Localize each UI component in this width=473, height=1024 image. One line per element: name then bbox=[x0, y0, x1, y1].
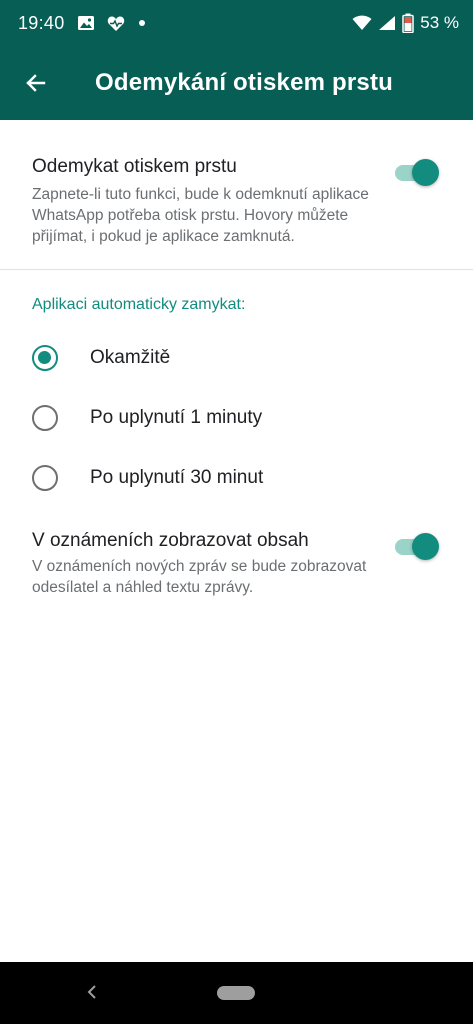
notification-content-setting[interactable]: V oznámeních zobrazovat obsah V oznámení… bbox=[0, 508, 473, 598]
arrow-left-icon bbox=[24, 71, 48, 95]
radio-unselected[interactable] bbox=[32, 465, 58, 491]
radio-label: Po uplynutí 1 minuty bbox=[90, 407, 263, 428]
chevron-left-icon bbox=[85, 984, 99, 1000]
auto-lock-option-immediately[interactable]: Okamžitě bbox=[0, 328, 473, 388]
image-icon bbox=[77, 14, 95, 32]
settings-content: Odemykat otiskem prstu Zapnete-li tuto f… bbox=[0, 120, 473, 598]
auto-lock-option-1-minute[interactable]: Po uplynutí 1 minuty bbox=[0, 388, 473, 448]
dot-icon bbox=[137, 18, 147, 28]
fingerprint-lock-description: Zapnete-li tuto funkci, bude k odemknutí… bbox=[32, 186, 369, 245]
system-nav-bar bbox=[0, 962, 473, 1024]
radio-label: Okamžitě bbox=[90, 347, 171, 368]
notification-content-title: V oznámeních zobrazovat obsah bbox=[32, 530, 309, 551]
status-left-group: 19:40 bbox=[18, 13, 147, 34]
auto-lock-option-30-minutes[interactable]: Po uplynutí 30 minut bbox=[0, 448, 473, 508]
toggle-thumb bbox=[412, 159, 439, 186]
auto-lock-options: Okamžitě Po uplynutí 1 minuty Po uplynut… bbox=[0, 328, 473, 508]
toggle-thumb bbox=[412, 533, 439, 560]
page-title: Odemykání otiskem prstu bbox=[95, 69, 394, 96]
heart-pulse-icon bbox=[107, 15, 125, 32]
status-time: 19:40 bbox=[18, 12, 65, 33]
radio-unselected[interactable] bbox=[32, 405, 58, 431]
battery-icon bbox=[402, 13, 414, 33]
app-bar: Odemykání otiskem prstu bbox=[0, 46, 473, 120]
nav-home-pill[interactable] bbox=[217, 986, 255, 1000]
radio-label: Po uplynutí 30 minut bbox=[90, 467, 264, 488]
radio-selected[interactable] bbox=[32, 345, 58, 371]
status-bar: 19:40 53 % bbox=[0, 0, 473, 46]
notification-content-toggle[interactable] bbox=[393, 530, 439, 560]
auto-lock-header: Aplikaci automaticky zamykat: bbox=[32, 296, 246, 313]
back-button[interactable] bbox=[0, 46, 72, 120]
signal-icon bbox=[378, 15, 396, 31]
nav-back-button[interactable] bbox=[80, 980, 104, 1004]
fingerprint-lock-title: Odemykat otiskem prstu bbox=[32, 156, 237, 177]
battery-percentage: 53 % bbox=[420, 13, 459, 32]
notification-content-description: V oznámeních nových zpráv se bude zobraz… bbox=[32, 558, 367, 596]
fingerprint-lock-setting[interactable]: Odemykat otiskem prstu Zapnete-li tuto f… bbox=[0, 120, 473, 247]
wifi-icon bbox=[352, 15, 372, 31]
status-right-group: 53 % bbox=[352, 13, 459, 33]
fingerprint-lock-toggle[interactable] bbox=[393, 156, 439, 186]
